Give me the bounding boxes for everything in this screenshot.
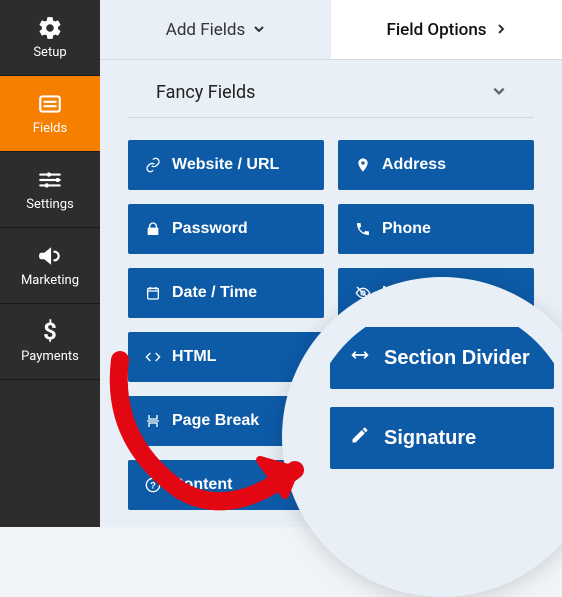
dollar-icon: $ [37, 319, 63, 345]
field-label: Signature [384, 427, 476, 450]
zoom-callout: Section Divider Signature [282, 277, 562, 597]
tab-add-fields[interactable]: Add Fields [100, 0, 331, 59]
sidebar-label: Settings [26, 197, 73, 212]
sidebar-label: Marketing [21, 273, 79, 288]
svg-text:?: ? [150, 480, 156, 490]
field-datetime[interactable]: Date / Time [128, 268, 324, 318]
sidebar-item-fields[interactable]: Fields [0, 76, 100, 152]
pagebreak-icon [144, 412, 162, 430]
sidebar-label: Payments [21, 349, 79, 364]
field-phone[interactable]: Phone [338, 204, 534, 254]
field-label: Website / URL [172, 156, 279, 174]
field-label: Section Divider [384, 347, 530, 370]
code-icon [144, 348, 162, 366]
sliders-icon [37, 167, 63, 193]
help-icon: ? [144, 476, 162, 494]
link-icon [144, 156, 162, 174]
form-icon [37, 91, 63, 117]
svg-text:$: $ [43, 319, 57, 345]
field-website[interactable]: Website / URL [128, 140, 324, 190]
pencil-icon [350, 425, 370, 451]
field-label: Address [382, 156, 446, 174]
sidebar-item-marketing[interactable]: Marketing [0, 228, 100, 304]
divider-icon [350, 345, 370, 371]
zoom-signature[interactable]: Signature [330, 407, 554, 469]
field-address[interactable]: Address [338, 140, 534, 190]
megaphone-icon [37, 243, 63, 269]
map-pin-icon [354, 156, 372, 174]
phone-icon [354, 220, 372, 238]
section-title: Fancy Fields [156, 82, 255, 103]
field-label: HTML [172, 348, 216, 366]
sidebar-item-setup[interactable]: Setup [0, 0, 100, 76]
chevron-right-icon [495, 20, 507, 40]
tab-label: Add Fields [166, 20, 246, 40]
field-label: Phone [382, 220, 431, 238]
tab-field-options[interactable]: Field Options [331, 0, 562, 59]
sidebar-item-payments[interactable]: $ Payments [0, 304, 100, 380]
field-password[interactable]: Password [128, 204, 324, 254]
sidebar-item-settings[interactable]: Settings [0, 152, 100, 228]
tab-label: Field Options [386, 20, 486, 40]
gear-icon [37, 15, 63, 41]
tabs: Add Fields Field Options [100, 0, 562, 60]
section-header[interactable]: Fancy Fields [128, 60, 534, 118]
lock-icon [144, 220, 162, 238]
calendar-icon [144, 284, 162, 302]
chevron-down-icon [253, 20, 265, 40]
sidebar-label: Fields [33, 121, 67, 136]
chevron-down-icon [492, 83, 506, 102]
field-label: Date / Time [172, 284, 257, 302]
sidebar: Setup Fields Settings Marketing $ Paymen… [0, 0, 100, 527]
field-label: Page Break [172, 412, 259, 430]
sidebar-label: Setup [33, 45, 66, 60]
zoom-sectiondivider[interactable]: Section Divider [330, 327, 554, 389]
field-label: Password [172, 220, 248, 238]
field-label: Content [172, 476, 232, 494]
